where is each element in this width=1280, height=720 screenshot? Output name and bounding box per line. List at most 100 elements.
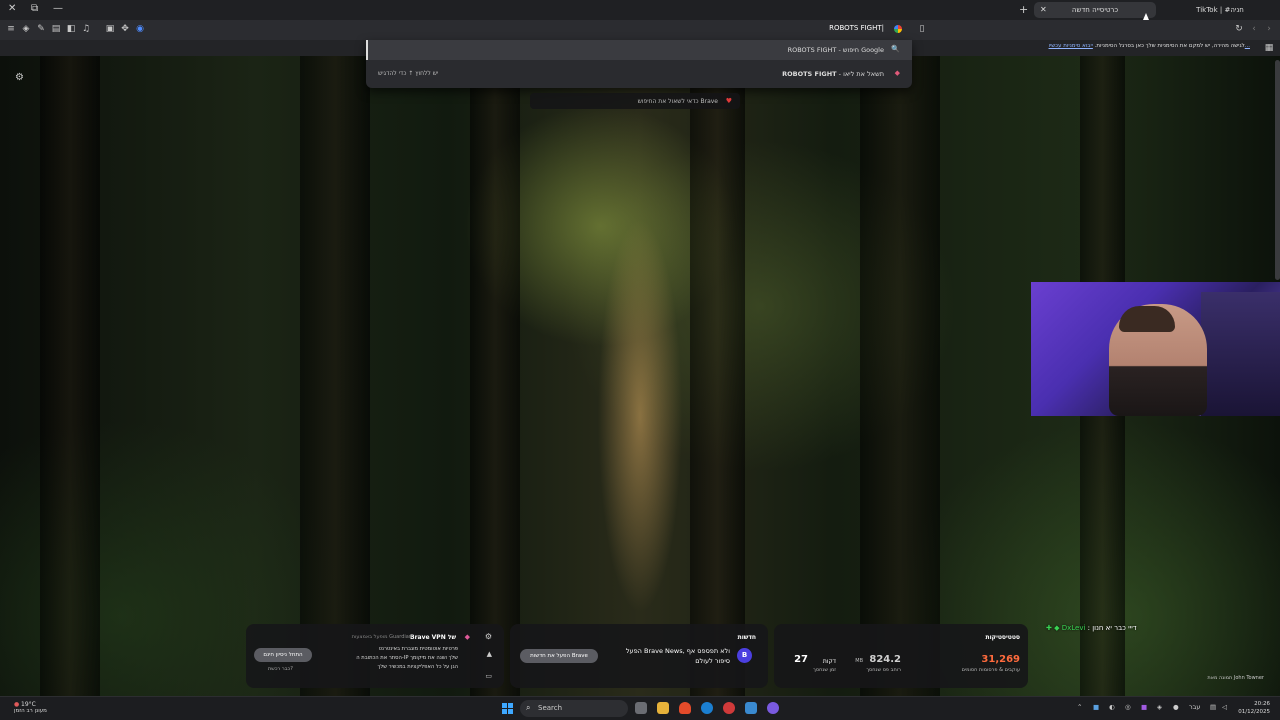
vpn-icon: ◆	[464, 633, 470, 641]
news-widget: חדשות B הפעל Brave News, ולא תפספס אף סי…	[510, 624, 768, 688]
start-trial-button[interactable]: התחל ניסיון חינם	[254, 648, 312, 662]
language-indicator[interactable]: עבר	[1189, 703, 1201, 711]
tray-overflow-icon[interactable]: ⌃	[1077, 703, 1082, 711]
wallet-icon[interactable]: ▤	[51, 24, 61, 34]
time-saved-unit: דקות	[822, 658, 836, 665]
scrollbar[interactable]	[1275, 60, 1280, 280]
weather-condition: מעונן רב הזמן	[14, 708, 47, 714]
puzzle-icon[interactable]: ✥	[120, 24, 130, 34]
google-icon	[894, 25, 902, 33]
steam-icon[interactable]	[701, 702, 713, 714]
leo-icon: ◆	[894, 69, 900, 77]
screen: { "window": { "close_glyph": "✕", "resto…	[0, 0, 1280, 720]
tray-icon[interactable]: ◈	[1157, 703, 1162, 711]
tab-new-tab[interactable]: ✕ כרטיסייה חדשה	[1034, 2, 1156, 18]
tree-trunk	[860, 56, 940, 696]
vpn-bullet: הגן על כל האפליקציות במכשיר שלך	[377, 664, 458, 670]
volume-icon[interactable]: ◁	[1222, 703, 1227, 711]
vpn-bullet: הסתר את הכתובת ה-IP שלך ושנה את מיקומך	[356, 655, 458, 661]
apps-grid-icon[interactable]: ▦	[1264, 43, 1274, 53]
address-bar[interactable]: ROBOTS FIGHT|	[368, 20, 912, 40]
audio-icon[interactable]: ◉	[135, 24, 145, 34]
windows-start-icon[interactable]	[502, 703, 513, 714]
suggestion-text: ROBOTS FIGHT - תשאל את ליאו	[782, 70, 884, 78]
search-tip-text: כדאי לשאול את החיפוש Brave	[637, 98, 718, 105]
tray-icon[interactable]: ◐	[1109, 703, 1115, 711]
search-icon: 🔍	[891, 45, 900, 53]
chat-text: : דייי כבר יא חנון	[1087, 624, 1137, 632]
suggestion-google-search[interactable]: ROBOTS FIGHT - חיפוש Google 🔍	[366, 40, 912, 60]
forward-icon[interactable]: ‹	[1249, 24, 1259, 34]
weather-widget[interactable]: ● 19°C מעונן רב הזמן	[14, 701, 47, 714]
taskbar-search-label: Search	[538, 704, 563, 712]
close-tab-icon[interactable]: ✕	[1040, 2, 1047, 18]
shield-icon[interactable]: ◈	[21, 24, 31, 34]
suggestion-ask-leo[interactable]: יש ללחוץ ↑ כדי להדגיש ROBOTS FIGHT - תשא…	[366, 64, 912, 84]
back-icon[interactable]: ›	[1264, 24, 1274, 34]
vpn-bullet: פרטיות אוטומטית מוגברת באינטרנט	[378, 646, 458, 652]
acoustic-panel	[1201, 292, 1280, 416]
brave-browser-icon[interactable]	[679, 702, 691, 714]
bookmarks-bar-text: לגישה מהירה, יש למקם את הסימניות שלך כאן…	[1094, 43, 1245, 49]
screenshot-icon[interactable]: ▣	[105, 24, 115, 34]
tray-icon[interactable]: ■	[1093, 703, 1099, 711]
minimize-window-icon[interactable]: —	[53, 3, 63, 14]
suggestion-query: ROBOTS FIGHT	[787, 46, 837, 54]
vpn-title: Brave VPN של	[410, 634, 456, 641]
extensions-icon[interactable]: ✎	[36, 24, 46, 34]
suggestion-suffix: - חיפוש Google	[836, 46, 884, 54]
tab-label: TikTok | #חניה	[1196, 6, 1244, 14]
bandwidth-saved-label: רוחב פס שנחסך	[866, 667, 901, 673]
search-tip[interactable]: כדאי לשאול את החיפוש Brave ♥	[530, 93, 740, 109]
tray-icon[interactable]: ■	[1141, 703, 1147, 711]
discord-icon[interactable]	[767, 702, 779, 714]
file-explorer-icon[interactable]	[657, 702, 669, 714]
suggestion-query: ROBOTS FIGHT	[782, 70, 837, 78]
clock[interactable]: 20:26 01/12/2025	[1238, 700, 1270, 716]
tree-trunk	[470, 56, 520, 696]
tree-trunk	[40, 56, 100, 696]
brave-news-icon: B	[737, 648, 752, 663]
vpn-widget: Brave VPN של ◆ מופעל באמצעות Guardian ⚙ …	[246, 624, 504, 688]
stats-title: סטטיסטיקות	[985, 634, 1021, 641]
task-view-icon[interactable]	[635, 702, 647, 714]
trackers-blocked-value: 31,269	[981, 654, 1020, 665]
taskbar-search[interactable]: ⌕ Search	[520, 700, 628, 717]
stats-widget: סטטיסטיקות 31,269 עוקבים & פרסומות חסומי…	[774, 624, 1028, 688]
tree-trunk	[300, 56, 370, 696]
network-icon[interactable]: ▤	[1210, 703, 1216, 711]
bandwidth-unit: MB	[855, 658, 863, 664]
music-icon[interactable]: ♫	[81, 24, 91, 34]
app-icon[interactable]	[745, 702, 757, 714]
microphone-icon[interactable]: ●	[1173, 703, 1179, 711]
reload-icon[interactable]: ↻	[1234, 24, 1244, 34]
time-saved-label: זמן שנחסך	[813, 667, 836, 673]
gear-icon[interactable]: ⚙	[15, 72, 24, 83]
menu-icon[interactable]: ≡	[6, 24, 16, 34]
vpn-side-icon[interactable]: ▭	[485, 672, 492, 680]
weather-temp: 19°C	[21, 701, 36, 708]
sidebar-icon[interactable]: ◧	[66, 24, 76, 34]
new-tab-button[interactable]: +	[1019, 3, 1028, 16]
vpn-side-icon[interactable]: ▲	[487, 650, 492, 658]
photo-credit[interactable]: תמונה מאת John Towner	[1207, 675, 1264, 681]
tab-label: כרטיסייה חדשה	[1071, 6, 1119, 14]
already-purchased-link[interactable]: כבר רכשת?	[268, 666, 293, 672]
weather-icon: ●	[14, 701, 20, 708]
bandwidth-saved-value: 824.2	[869, 654, 901, 665]
news-line-2: סיפור לעולם	[695, 657, 730, 665]
tab-strip: ✕ ⧉ — + ✕ כרטיסייה חדשה TikTok | #חניה	[0, 0, 1280, 20]
enable-news-button[interactable]: הפעל את חדשות Brave	[520, 649, 598, 663]
streamer-hair	[1119, 306, 1175, 332]
address-bar-value[interactable]: ROBOTS FIGHT|	[829, 24, 884, 32]
tray-icon[interactable]: ◎	[1125, 703, 1131, 711]
restore-window-icon[interactable]: ⧉	[31, 3, 38, 14]
app-icon[interactable]	[723, 702, 735, 714]
tab-tiktok[interactable]: TikTok | #חניה	[1160, 2, 1280, 18]
verified-badge-icon: ✚ ◆	[1046, 624, 1060, 632]
bookmark-icon[interactable]: ▯	[917, 24, 927, 34]
omnibox-suggestions: ROBOTS FIGHT - חיפוש Google 🔍 יש ללחוץ ↑…	[366, 40, 912, 88]
close-window-icon[interactable]: ✕	[8, 3, 16, 14]
settings-icon[interactable]: ⚙	[485, 632, 492, 641]
chat-message: ✚ ◆ DxLevi : דייי כבר יא חנון	[1046, 624, 1137, 632]
